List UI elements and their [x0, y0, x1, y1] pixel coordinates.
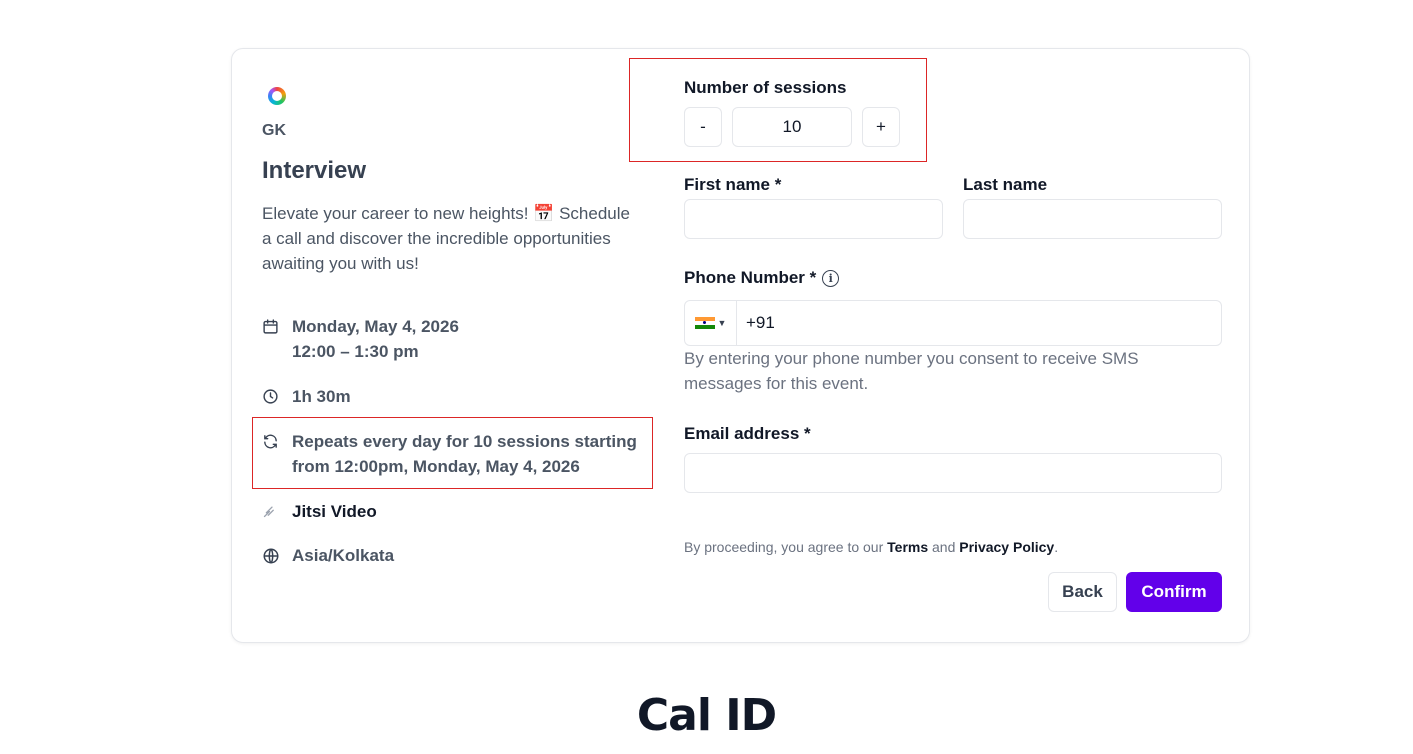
- email-field[interactable]: [684, 453, 1222, 493]
- globe-icon: [262, 543, 284, 568]
- calendar-icon: [262, 314, 284, 339]
- phone-label: Phone Number *: [684, 268, 817, 287]
- sessions-label: Number of sessions: [684, 78, 847, 97]
- event-date-row: Monday, May 4, 2026 12:00 – 1:30 pm: [262, 314, 459, 364]
- phone-input[interactable]: +91: [746, 313, 775, 333]
- last-name-field[interactable]: [963, 199, 1222, 239]
- event-duration-row: 1h 30m: [262, 384, 351, 409]
- chevron-down-icon: ▼: [717, 318, 727, 328]
- event-duration: 1h 30m: [292, 387, 351, 406]
- event-date: Monday, May 4, 2026: [292, 317, 459, 336]
- phone-label-row: Phone Number * i: [684, 268, 840, 288]
- event-repeat: Repeats every day for 10 sessions starti…: [292, 432, 637, 476]
- india-flag-icon: [694, 316, 715, 330]
- increment-button[interactable]: +: [862, 107, 900, 147]
- event-timezone[interactable]: Asia/Kolkata: [292, 543, 394, 568]
- brand-logo: Cal ID: [636, 690, 777, 741]
- event-description: Elevate your career to new heights! 📅 Sc…: [262, 204, 630, 273]
- booking-card: GK Interview Elevate your career to new …: [231, 48, 1250, 643]
- phone-hint: By entering your phone number you consen…: [684, 349, 1139, 393]
- sessions-input[interactable]: 10: [732, 107, 852, 147]
- country-select[interactable]: ▼: [685, 301, 737, 345]
- legal-and: and: [928, 539, 960, 555]
- event-details-panel: GK Interview Elevate your career to new …: [262, 49, 662, 642]
- legal-prefix: By proceeding, you agree to our: [684, 539, 888, 555]
- organizer-name: GK: [262, 122, 286, 139]
- email-label: Email address *: [684, 424, 811, 443]
- organizer-logo-icon: [262, 81, 292, 111]
- back-button[interactable]: Back: [1048, 572, 1117, 612]
- event-location-row: Jitsi Video: [262, 499, 377, 524]
- event-timezone-row[interactable]: Asia/Kolkata: [262, 543, 394, 568]
- legal-notice: By proceeding, you agree to our Terms an…: [684, 539, 1058, 555]
- terms-link[interactable]: Terms: [887, 539, 928, 555]
- event-time: 12:00 – 1:30 pm: [292, 342, 419, 361]
- legal-suffix: .: [1054, 539, 1059, 555]
- clock-icon: [262, 384, 284, 409]
- repeat-icon: [262, 429, 284, 454]
- jitsi-icon: [262, 499, 284, 524]
- last-name-label: Last name: [963, 175, 1048, 194]
- first-name-label: First name *: [684, 175, 782, 194]
- event-repeat-row: Repeats every day for 10 sessions starti…: [262, 429, 652, 479]
- decrement-button[interactable]: -: [684, 107, 722, 147]
- confirm-button[interactable]: Confirm: [1126, 572, 1222, 612]
- event-location: Jitsi Video: [292, 502, 377, 521]
- phone-field[interactable]: ▼ +91: [684, 300, 1222, 346]
- booking-form: Number of sessions - 10 + First name * L…: [684, 49, 1222, 642]
- first-name-field[interactable]: [684, 199, 943, 239]
- privacy-link[interactable]: Privacy Policy: [959, 539, 1054, 555]
- sessions-stepper: - 10 +: [684, 107, 900, 147]
- event-title: Interview: [262, 157, 367, 184]
- info-icon[interactable]: i: [822, 269, 840, 287]
